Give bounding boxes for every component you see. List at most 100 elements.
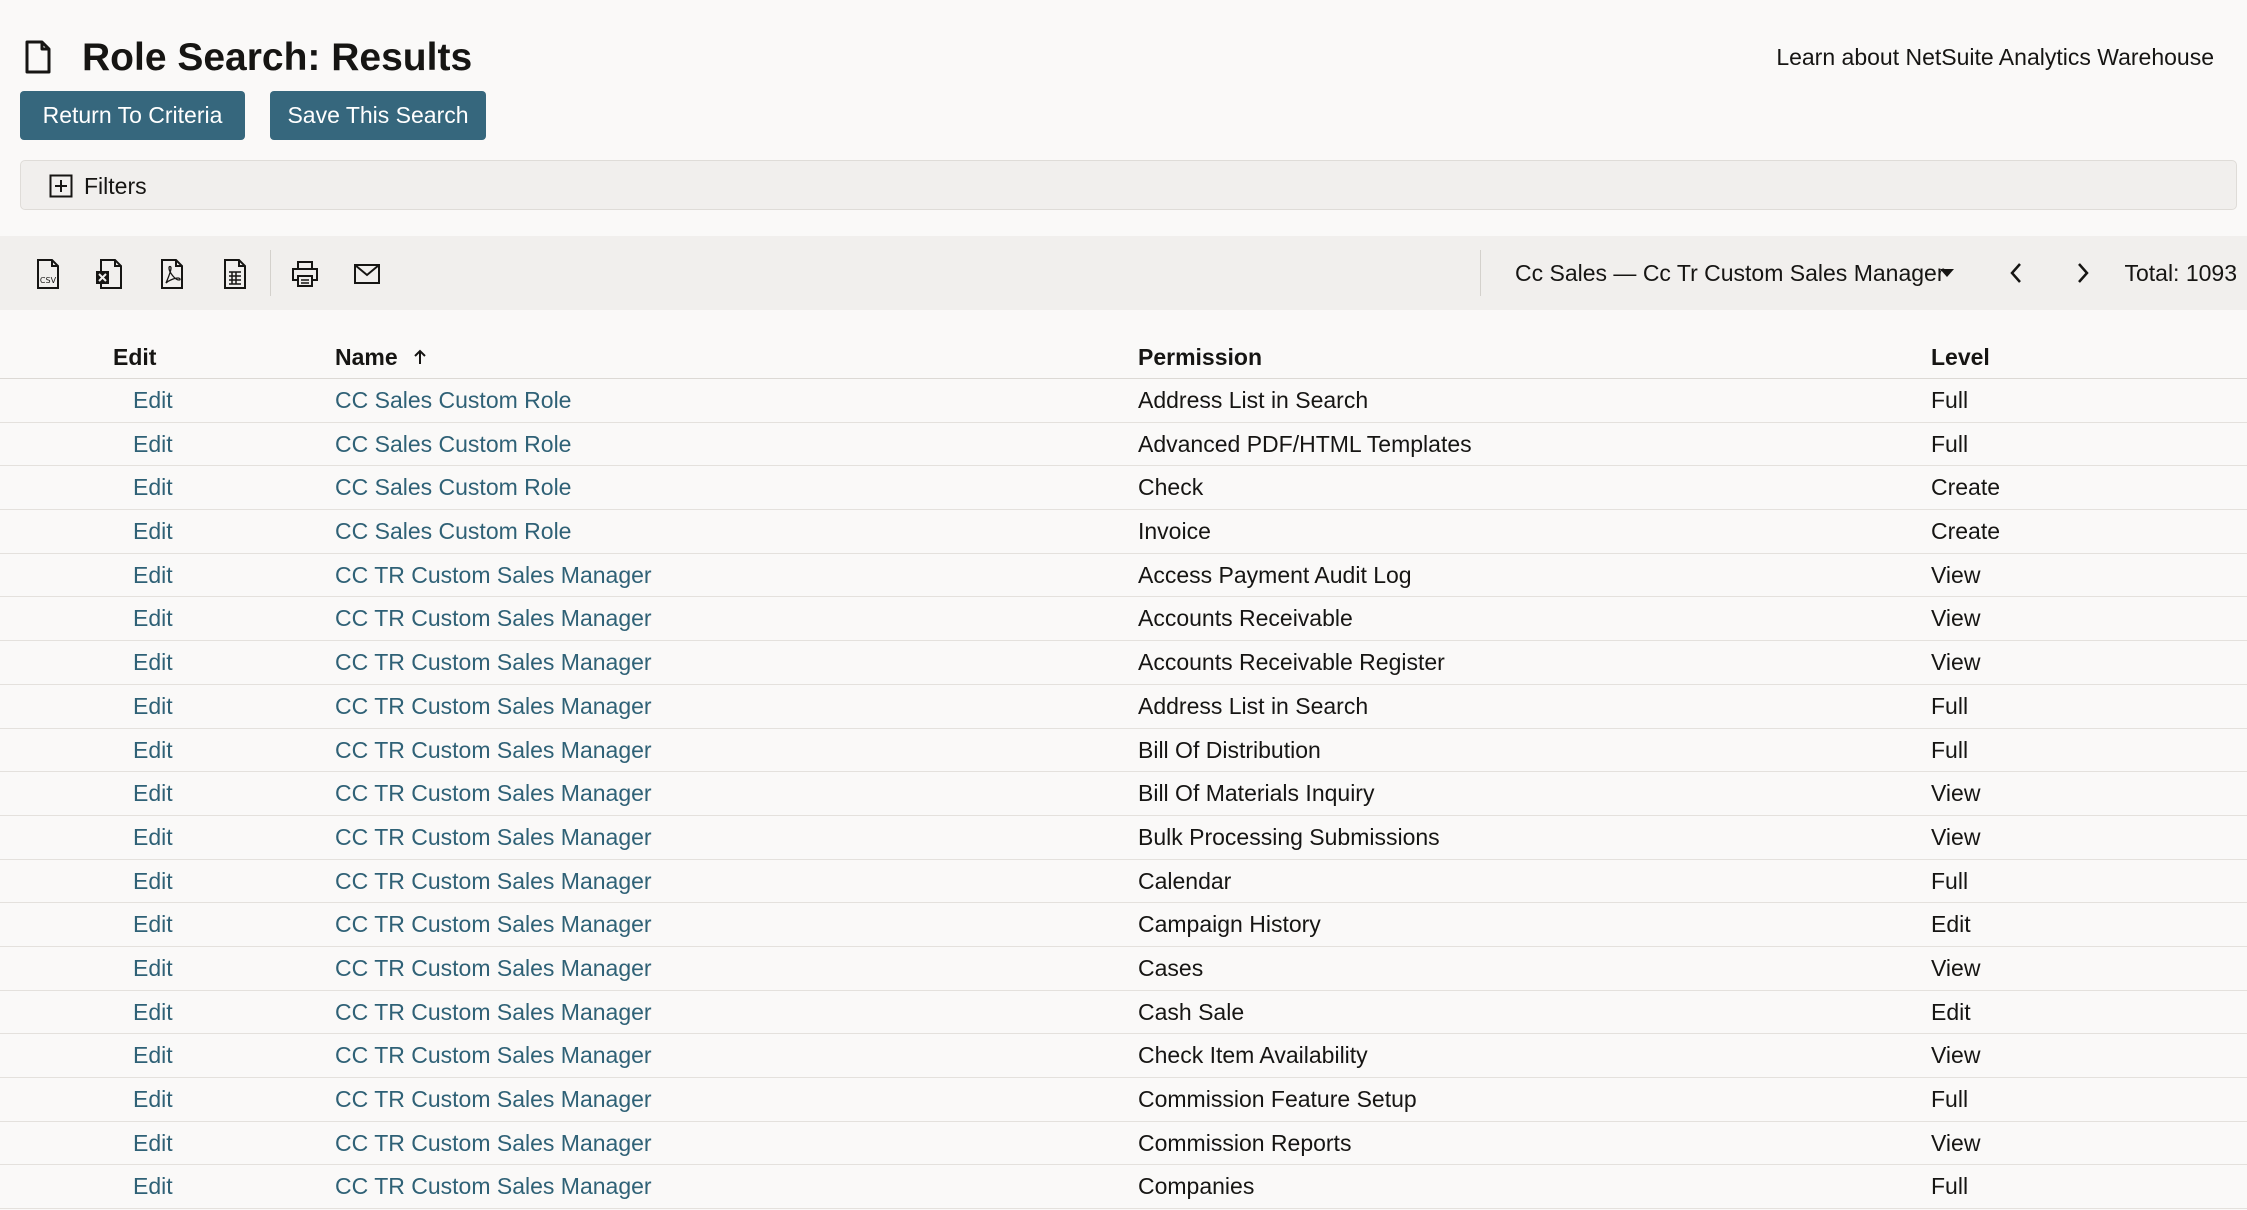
role-name-link[interactable]: CC TR Custom Sales Manager <box>335 729 652 772</box>
permission-cell: Cases <box>1138 954 1204 981</box>
edit-link[interactable]: Edit <box>133 597 173 640</box>
role-name-link[interactable]: CC TR Custom Sales Manager <box>335 1034 652 1077</box>
permission-cell: Access Payment Audit Log <box>1138 561 1412 588</box>
results-range-select[interactable]: Cc Sales — Cc Tr Custom Sales Manager <box>1515 236 1944 310</box>
chevron-left-icon[interactable] <box>2006 260 2026 286</box>
role-name-link[interactable]: CC TR Custom Sales Manager <box>335 903 652 946</box>
edit-link[interactable]: Edit <box>133 1078 173 1121</box>
edit-link[interactable]: Edit <box>133 860 173 903</box>
column-header-edit: Edit <box>113 344 157 370</box>
learn-analytics-link[interactable]: Learn about NetSuite Analytics Warehouse <box>1776 40 2214 74</box>
edit-link[interactable]: Edit <box>133 685 173 728</box>
level-cell: Create <box>1931 474 2001 501</box>
permission-cell: Bill Of Materials Inquiry <box>1138 780 1375 807</box>
permission-cell: Cash Sale <box>1138 998 1245 1025</box>
table-row: Edit CC TR Custom Sales Manager Commission… <box>0 1078 2247 1122</box>
level-cell: View <box>1931 561 1981 588</box>
table-row: Edit CC TR Custom Sales Manager Accounts R… <box>0 641 2247 685</box>
table-row: Edit CC Sales Custom Role Address List in … <box>0 379 2247 423</box>
level-cell: Full <box>1931 430 1969 457</box>
table-row: Edit CC TR Custom Sales Manager Calendar Fu… <box>0 860 2247 904</box>
table-row: Edit CC TR Custom Sales Manager Address Li… <box>0 685 2247 729</box>
edit-link[interactable]: Edit <box>133 423 173 466</box>
table-row: Edit CC TR Custom Sales Manager Commission… <box>0 1122 2247 1166</box>
chevron-right-icon[interactable] <box>2073 260 2093 286</box>
permission-cell: Address List in Search <box>1138 692 1369 719</box>
edit-link[interactable]: Edit <box>133 466 173 509</box>
table-row: Edit CC Sales Custom Role Advanced PDF/HTM… <box>0 423 2247 467</box>
edit-link[interactable]: Edit <box>133 729 173 772</box>
csv-export-icon[interactable]: CSV <box>33 258 63 290</box>
edit-link[interactable]: Edit <box>133 510 173 553</box>
permission-cell: Bill Of Distribution <box>1138 736 1321 763</box>
level-cell: View <box>1931 1042 1981 1069</box>
role-name-link[interactable]: CC TR Custom Sales Manager <box>335 991 652 1034</box>
edit-link[interactable]: Edit <box>133 641 173 684</box>
role-name-link[interactable]: CC Sales Custom Role <box>335 466 571 509</box>
role-name-link[interactable]: CC TR Custom Sales Manager <box>335 1122 652 1165</box>
role-name-link[interactable]: CC TR Custom Sales Manager <box>335 860 652 903</box>
role-name-link[interactable]: CC Sales Custom Role <box>335 379 571 422</box>
permission-cell: Calendar <box>1138 867 1232 894</box>
role-name-link[interactable]: CC Sales Custom Role <box>335 423 571 466</box>
filters-label: Filters <box>84 173 147 199</box>
edit-link[interactable]: Edit <box>133 379 173 422</box>
toolbar-separator <box>1480 250 1481 296</box>
page-title: Role Search: Results <box>82 36 473 79</box>
role-name-link[interactable]: CC TR Custom Sales Manager <box>335 685 652 728</box>
excel-export-icon[interactable] <box>94 258 124 290</box>
role-name-link[interactable]: CC TR Custom Sales Manager <box>335 597 652 640</box>
permission-cell: Accounts Receivable <box>1138 605 1353 632</box>
table-row: Edit CC TR Custom Sales Manager Access Pay… <box>0 554 2247 598</box>
edit-link[interactable]: Edit <box>133 903 173 946</box>
role-name-link[interactable]: CC TR Custom Sales Manager <box>335 816 652 859</box>
permission-cell: Accounts Receivable Register <box>1138 649 1445 676</box>
chevron-down-icon[interactable] <box>1938 267 1956 279</box>
level-cell: View <box>1931 823 1981 850</box>
level-cell: Full <box>1931 1086 1969 1112</box>
edit-link[interactable]: Edit <box>133 1034 173 1077</box>
role-name-link[interactable]: CC TR Custom Sales Manager <box>335 772 652 815</box>
permission-cell: Advanced PDF/HTML Templates <box>1138 430 1472 457</box>
edit-link[interactable]: Edit <box>133 947 173 990</box>
edit-link[interactable]: Edit <box>133 1165 173 1208</box>
edit-link[interactable]: Edit <box>133 991 173 1034</box>
expand-plus-icon[interactable] <box>49 174 73 198</box>
role-name-link[interactable]: CC Sales Custom Role <box>335 510 571 553</box>
pdf-export-icon[interactable] <box>157 258 187 290</box>
edit-link[interactable]: Edit <box>133 772 173 815</box>
edit-link[interactable]: Edit <box>133 1122 173 1165</box>
table-row: Edit CC TR Custom Sales Manager Check Item… <box>0 1034 2247 1078</box>
sort-ascending-icon[interactable] <box>412 348 428 366</box>
level-cell: Full <box>1931 736 1969 763</box>
save-search-button[interactable]: Save This Search <box>270 91 486 140</box>
level-cell: View <box>1931 780 1981 807</box>
table-header: Edit Name Permission Level <box>0 335 2247 379</box>
page-header: Role Search: Results Learn about NetSuit… <box>0 0 2247 90</box>
table-row: Edit CC TR Custom Sales Manager Cases View <box>0 947 2247 991</box>
edit-link[interactable]: Edit <box>133 554 173 597</box>
filters-toggle[interactable]: Filters <box>20 160 2237 210</box>
results-toolbar: CSV Cc Sales — Cc Tr Custom Sales Manage… <box>0 236 2247 310</box>
toolbar-separator <box>270 250 271 296</box>
role-name-link[interactable]: CC TR Custom Sales Manager <box>335 1078 652 1121</box>
level-cell: Full <box>1931 867 1969 894</box>
table-row: Edit CC TR Custom Sales Manager Companies F… <box>0 1165 2247 1210</box>
level-cell: Full <box>1931 692 1969 719</box>
table-row: Edit CC TR Custom Sales Manager Bill Of Di… <box>0 729 2247 773</box>
table-row: Edit CC TR Custom Sales Manager Accounts R… <box>0 597 2247 642</box>
column-header-name[interactable]: Name <box>335 335 398 379</box>
total-count: Total: 1093 <box>2124 260 2237 286</box>
level-cell: View <box>1931 605 1981 632</box>
role-name-link[interactable]: CC TR Custom Sales Manager <box>335 1165 652 1208</box>
email-icon[interactable] <box>352 258 382 290</box>
spreadsheet-export-icon[interactable] <box>220 258 250 290</box>
return-to-criteria-button[interactable]: Return To Criteria <box>20 91 245 140</box>
print-icon[interactable] <box>290 258 320 290</box>
level-cell: View <box>1931 1129 1981 1156</box>
role-name-link[interactable]: CC TR Custom Sales Manager <box>335 554 652 597</box>
role-name-link[interactable]: CC TR Custom Sales Manager <box>335 947 652 990</box>
column-header-level: Level <box>1931 344 1990 370</box>
role-name-link[interactable]: CC TR Custom Sales Manager <box>335 641 652 684</box>
edit-link[interactable]: Edit <box>133 816 173 859</box>
